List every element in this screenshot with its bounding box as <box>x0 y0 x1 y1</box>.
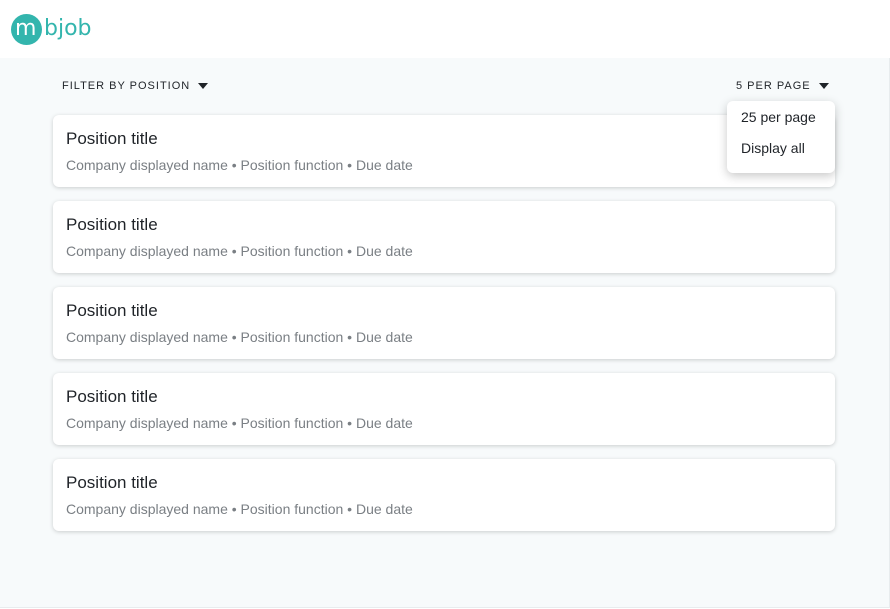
per-page-label: 5 PER PAGE <box>736 80 811 92</box>
filter-label: FILTER BY POSITION <box>62 80 191 92</box>
top-bar: m bjob <box>0 0 890 58</box>
position-title: Position title <box>66 129 158 148</box>
position-card[interactable]: Position title Company displayed name • … <box>53 115 835 187</box>
position-card[interactable]: Position title Company displayed name • … <box>53 201 835 273</box>
logo-initial: m <box>15 15 37 41</box>
position-subtitle: Company displayed name • Position functi… <box>66 329 413 345</box>
option-25-per-page[interactable]: 25 per page <box>741 109 816 125</box>
per-page-button[interactable]: 5 PER PAGE <box>736 80 829 92</box>
position-subtitle: Company displayed name • Position functi… <box>66 415 413 431</box>
logo-circle: m <box>11 13 42 45</box>
logo-text: bjob <box>44 16 92 41</box>
position-list: Position title Company displayed name • … <box>53 115 835 545</box>
position-subtitle: Company displayed name • Position functi… <box>66 501 413 517</box>
position-card[interactable]: Position title Company displayed name • … <box>53 373 835 445</box>
position-subtitle: Company displayed name • Position functi… <box>66 243 413 259</box>
per-page-dropdown-menu: 25 per page Display all <box>727 101 835 173</box>
position-subtitle: Company displayed name • Position functi… <box>66 157 413 173</box>
position-card[interactable]: Position title Company displayed name • … <box>53 459 835 531</box>
position-card[interactable]: Position title Company displayed name • … <box>53 287 835 359</box>
option-display-all[interactable]: Display all <box>741 140 805 156</box>
brand-logo[interactable]: m bjob <box>11 13 92 45</box>
caret-down-icon <box>198 83 209 89</box>
filter-by-position-button[interactable]: FILTER BY POSITION <box>62 80 209 92</box>
position-title: Position title <box>66 387 158 406</box>
caret-down-icon <box>818 83 829 89</box>
position-title: Position title <box>66 301 158 320</box>
position-title: Position title <box>66 473 158 492</box>
position-title: Position title <box>66 215 158 234</box>
